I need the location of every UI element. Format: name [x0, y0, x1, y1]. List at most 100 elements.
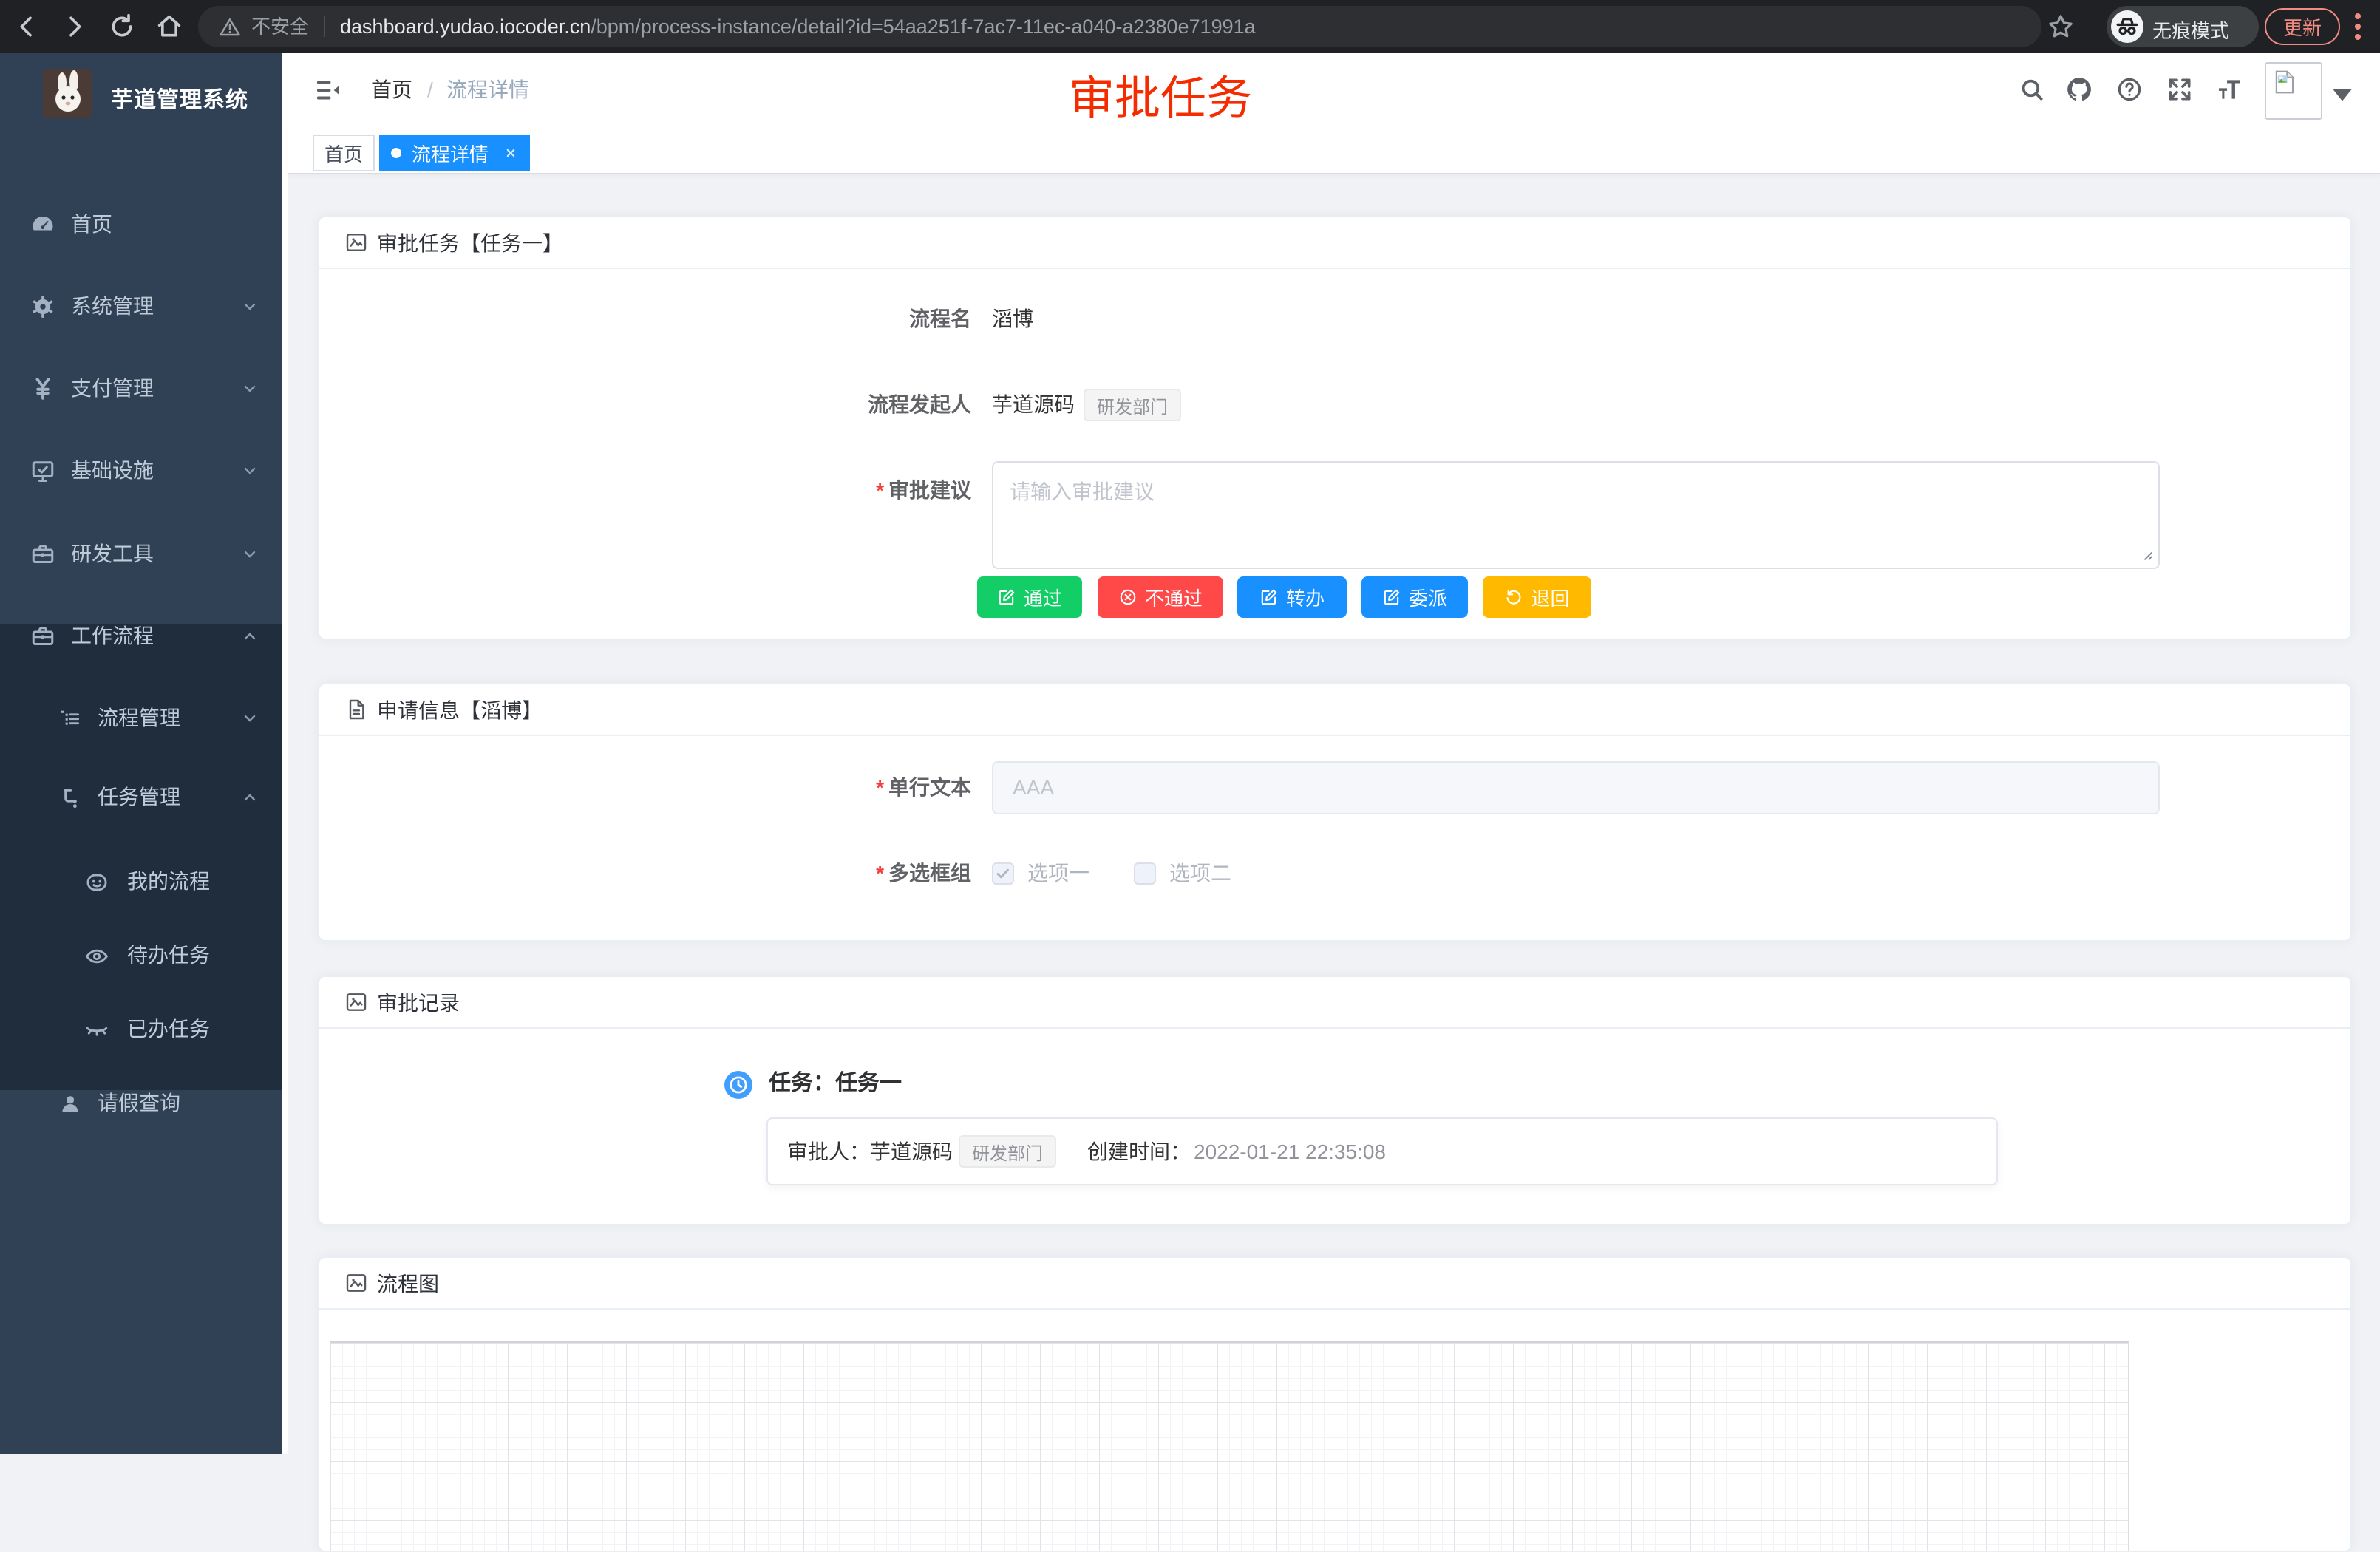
home-icon[interactable] — [154, 12, 184, 41]
record-card-header: 审批记录 — [319, 977, 2350, 1029]
starter-value: 芋道源码 — [992, 393, 1075, 417]
comment-textarea[interactable] — [992, 461, 2160, 569]
sidebar-scrollbar[interactable] — [282, 53, 288, 1454]
sidebar-item-home[interactable]: 首页 — [0, 183, 284, 266]
security-chip[interactable]: 不安全 — [251, 16, 309, 37]
timeline-clock-icon — [724, 1071, 752, 1099]
hamburger-fold-icon[interactable] — [313, 75, 343, 105]
refresh-left-icon — [1504, 588, 1523, 607]
sidebar-item-label: 系统管理 — [71, 295, 154, 319]
sidebar-item-label: 请假查询 — [98, 1092, 180, 1115]
approve-button[interactable]: 通过 — [977, 576, 1082, 618]
url-text: dashboard.yudao.iocoder.cn/bpm/process-i… — [340, 16, 1256, 38]
picture-icon — [344, 1271, 368, 1295]
sidebar: 芋道管理系统 首页 系统管理 支付管理 基础设施 研发工具 — [0, 53, 288, 1454]
warning-icon — [219, 16, 241, 38]
sidebar-item-label: 我的流程 — [127, 870, 210, 894]
created-time-value: 2022-01-21 22:35:08 — [1194, 1140, 1386, 1165]
sidebar-item-done-tasks[interactable]: 已办任务 — [0, 993, 284, 1066]
sidebar-item-label: 支付管理 — [71, 377, 154, 401]
eye-open-icon — [84, 944, 109, 969]
search-icon[interactable] — [2018, 75, 2047, 105]
toolbox-icon — [30, 623, 56, 650]
gear-icon — [30, 293, 56, 320]
sidebar-item-todo-tasks[interactable]: 待办任务 — [0, 919, 284, 993]
approve-card-title: 审批任务【任务一】 — [377, 228, 563, 257]
tab-label: 流程详情 — [412, 140, 489, 167]
avatar[interactable] — [2265, 62, 2322, 120]
breadcrumb-home[interactable]: 首页 — [371, 78, 412, 102]
sidebar-item-my-process[interactable]: 我的流程 — [0, 845, 284, 919]
tab-label: 首页 — [324, 140, 363, 167]
diagram-card-header: 流程图 — [319, 1258, 2350, 1310]
tab-process-detail[interactable]: 流程详情 — [379, 135, 530, 171]
url-host: dashboard.yudao.iocoder.cn — [340, 16, 591, 38]
diagram-card-title: 流程图 — [377, 1268, 439, 1298]
sidebar-item-leave-query[interactable]: 请假查询 — [0, 1066, 284, 1140]
app-logo[interactable]: 芋道管理系统 — [0, 53, 284, 142]
edit-icon — [997, 588, 1016, 607]
button-label: 不通过 — [1145, 584, 1203, 611]
address-bar[interactable]: 不安全 dashboard.yudao.iocoder.cn/bpm/proce… — [198, 6, 2041, 47]
fullscreen-icon[interactable] — [2166, 75, 2195, 105]
sidebar-item-payment[interactable]: 支付管理 — [0, 347, 284, 430]
process-name-label: 流程名 — [735, 307, 971, 331]
starter-label: 流程发起人 — [735, 393, 971, 417]
process-diagram-card: 流程图 — [318, 1256, 2352, 1552]
button-label: 委派 — [1409, 584, 1447, 611]
flow-branch-icon — [58, 786, 83, 811]
face-icon — [84, 870, 109, 895]
active-dot — [391, 148, 401, 158]
sidebar-item-label: 工作流程 — [71, 624, 154, 648]
tab-close-icon[interactable] — [503, 146, 518, 160]
user-icon — [58, 1092, 83, 1117]
sidebar-item-infra[interactable]: 基础设施 — [0, 429, 284, 512]
tab-home[interactable]: 首页 — [313, 135, 375, 171]
return-button[interactable]: 退回 — [1483, 576, 1591, 618]
sidebar-item-label: 流程管理 — [98, 707, 180, 730]
bpmn-canvas-grid[interactable] — [330, 1341, 2129, 1552]
edit-icon — [1259, 588, 1279, 607]
picture-icon — [344, 231, 368, 254]
caret-down-icon[interactable] — [2333, 89, 2352, 102]
help-icon[interactable] — [2115, 75, 2145, 105]
sidebar-item-label: 首页 — [71, 213, 112, 236]
transfer-button[interactable]: 转办 — [1237, 576, 1347, 618]
approver-text: 审批人：芋道源码 — [787, 1140, 953, 1165]
checkbox-option2-label: 选项二 — [1169, 862, 1231, 885]
sidebar-item-workflow[interactable]: 工作流程 — [0, 595, 284, 678]
app-title: 芋道管理系统 — [111, 81, 248, 114]
chevron-down-icon — [241, 545, 259, 563]
sidebar-item-system[interactable]: 系统管理 — [0, 265, 284, 348]
edit-icon — [1382, 588, 1401, 607]
chevron-up-icon — [241, 627, 259, 645]
process-name-value: 滔博 — [992, 307, 1033, 331]
text-field-label: *单行文本 — [735, 776, 971, 800]
bookmark-star-icon[interactable] — [2046, 12, 2075, 41]
checkbox-option1-label: 选项一 — [1027, 862, 1089, 885]
document-icon — [344, 698, 368, 721]
back-icon[interactable] — [12, 12, 41, 41]
font-size-icon[interactable] — [2216, 75, 2245, 105]
record-detail-box: 审批人：芋道源码 研发部门 创建时间： 2022-01-21 22:35:08 — [766, 1117, 1998, 1185]
required-asterisk: * — [876, 776, 884, 799]
forward-icon[interactable] — [60, 12, 89, 41]
github-icon[interactable] — [2065, 75, 2095, 105]
delegate-button[interactable]: 委派 — [1361, 576, 1468, 618]
reject-button[interactable]: 不通过 — [1098, 576, 1223, 618]
chrome-update-button[interactable]: 更新 — [2265, 8, 2340, 45]
record-card-title: 审批记录 — [377, 987, 460, 1017]
yen-icon — [30, 375, 56, 402]
required-asterisk: * — [876, 862, 884, 885]
monitor-icon — [30, 457, 56, 484]
sidebar-item-devtools[interactable]: 研发工具 — [0, 513, 284, 596]
reload-icon[interactable] — [107, 12, 137, 41]
browser-menu-icon[interactable] — [2355, 13, 2362, 43]
approve-task-card: 审批任务【任务一】 流程名 滔博 流程发起人 芋道源码 研发部门 *审批建议 通… — [318, 216, 2352, 640]
sidebar-item-task-mgmt[interactable]: 任务管理 — [0, 759, 284, 837]
apply-card-title: 申请信息【滔博】 — [377, 695, 543, 724]
circle-close-icon — [1118, 588, 1138, 607]
eye-closed-icon — [84, 1018, 109, 1043]
tree-list-icon — [58, 707, 83, 732]
sidebar-item-process-mgmt[interactable]: 流程管理 — [0, 680, 284, 758]
